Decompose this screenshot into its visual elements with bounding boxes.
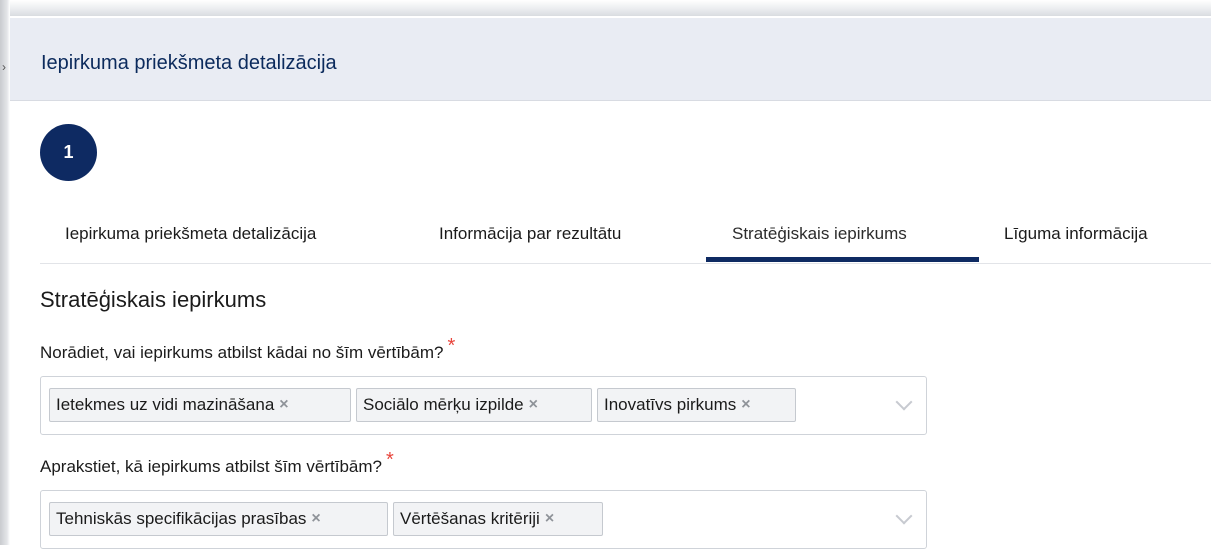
chip-inovativs-pirkums: Inovatīvs pirkums × <box>597 388 796 422</box>
chip-label: Sociālo mērķu izpilde <box>363 395 524 414</box>
tab-iepirkuma-prieksmeta-detalizacija[interactable]: Iepirkuma priekšmeta detalizācija <box>65 224 316 244</box>
tab-bar: Iepirkuma priekšmeta detalizācija Inform… <box>40 210 1211 264</box>
step-number: 1 <box>63 142 74 162</box>
remove-chip-icon[interactable]: × <box>311 510 320 528</box>
remove-chip-icon[interactable]: × <box>741 396 750 414</box>
active-tab-indicator <box>706 257 979 262</box>
chip-label: Ietekmes uz vidi mazināšana <box>56 395 275 414</box>
chevron-down-icon[interactable] <box>895 507 913 525</box>
tab-informacija-par-rezultatu[interactable]: Informācija par rezultātu <box>439 224 621 244</box>
remove-chip-icon[interactable]: × <box>279 396 288 414</box>
question-describe-label: Aprakstiet, kā iepirkums atbilst šīm vēr… <box>40 449 394 478</box>
tab-strategiskais-iepirkums[interactable]: Stratēģiskais iepirkums <box>732 224 907 244</box>
remove-chip-icon[interactable]: × <box>529 396 538 414</box>
chip-label: Vērtēšanas kritēriji <box>400 509 540 528</box>
describe-multiselect[interactable]: Tehniskās specifikācijas prasības × Vērt… <box>40 490 927 549</box>
question-values-label: Norādiet, vai iepirkums atbilst kādai no… <box>40 335 455 364</box>
chip-ietekmes-uz-vidi: Ietekmes uz vidi mazināšana × <box>49 388 351 422</box>
section-title: Stratēģiskais iepirkums <box>40 287 267 312</box>
chip-label: Inovatīvs pirkums <box>604 395 737 414</box>
chip-socialo-merku-izpilde: Sociālo mērķu izpilde × <box>356 388 592 422</box>
remove-chip-icon[interactable]: × <box>545 510 554 528</box>
page-header: Iepirkuma priekšmeta detalizācija <box>10 18 1211 101</box>
tab-liguma-informacija[interactable]: Līguma informācija <box>1004 224 1148 244</box>
question-describe-text: Aprakstiet, kā iepirkums atbilst šīm vēr… <box>40 457 383 476</box>
values-multiselect[interactable]: Ietekmes uz vidi mazināšana × Sociālo mē… <box>40 376 927 435</box>
step-indicator[interactable]: 1 <box>40 124 97 181</box>
chip-vertesanas-kriteriji: Vērtēšanas kritēriji × <box>393 502 603 536</box>
question-values-text: Norādiet, vai iepirkums atbilst kādai no… <box>40 343 444 362</box>
chip-label: Tehniskās specifikācijas prasības <box>56 509 307 528</box>
chevron-down-icon[interactable] <box>895 393 913 411</box>
window-top-edge <box>0 0 1211 16</box>
required-marker: * <box>447 335 456 357</box>
window-left-edge <box>0 0 10 545</box>
required-marker: * <box>386 449 394 471</box>
mouse-cursor-icon: › <box>2 60 6 74</box>
chip-tehniskas-specifikacijas: Tehniskās specifikācijas prasības × <box>49 502 388 536</box>
page-title: Iepirkuma priekšmeta detalizācija <box>41 52 337 74</box>
